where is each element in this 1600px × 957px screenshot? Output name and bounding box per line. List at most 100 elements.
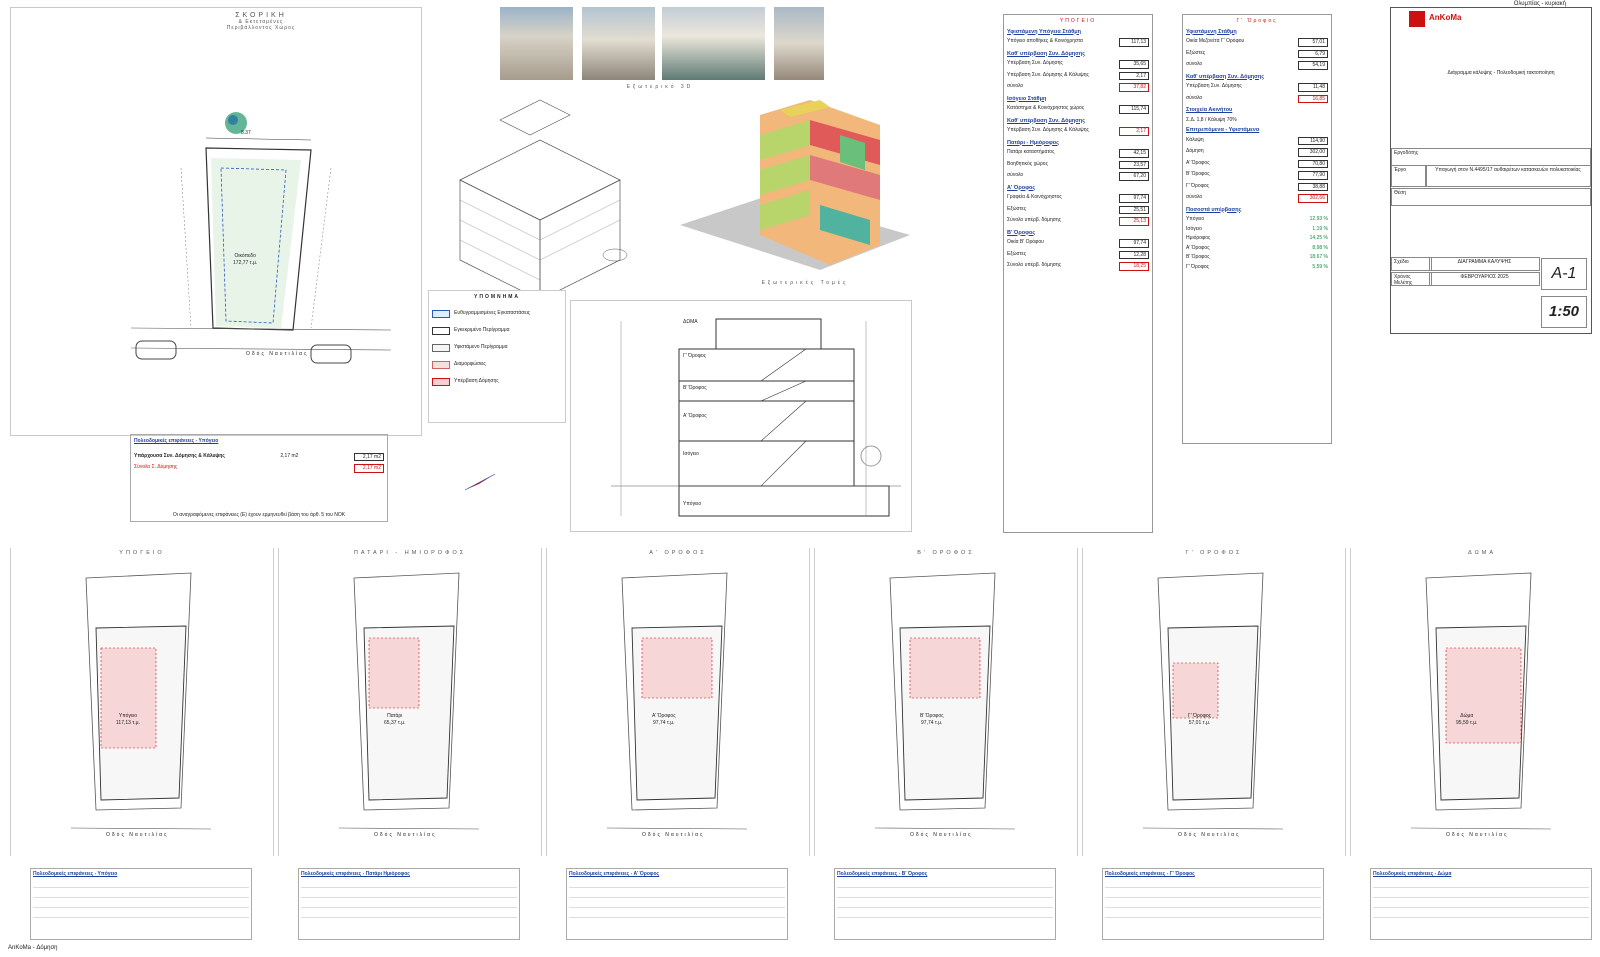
table-row-value: 12,28 (1119, 250, 1149, 259)
calc-line (1373, 886, 1589, 888)
floor-plan-drawing (338, 572, 480, 830)
floor-room-label: Γ' Όροφος (1188, 713, 1212, 719)
legend-swatch (432, 326, 450, 335)
table-row-label: Κατάστημα & Κοινόχρηστος χώρος (1007, 105, 1085, 111)
table-row: σύνολο 16,85 (1186, 94, 1328, 103)
photo-4 (774, 7, 824, 80)
floor-plan-drawing (1410, 572, 1552, 830)
calc-box2: 2,17 m2 (354, 464, 384, 473)
section-panel: ΔΩΜΑ Γ' Όροφος Β' Όροφος Α' Όροφος Ισόγε… (570, 300, 912, 532)
table-row-label: σύνολο (1007, 172, 1024, 178)
table-row-label: Α' Όροφος (1186, 244, 1210, 251)
table-row: Πατάρι καταστήματος 42,15 (1007, 149, 1149, 158)
tb-drawing-name: ΔΙΑΓΡΑΜΜΑ ΚΑΛΥΨΗΣ (1429, 257, 1540, 271)
table-row-value: 77,90 (1298, 171, 1328, 180)
section-label-1: Γ' Όροφος (683, 353, 707, 359)
table-row: σύνολο 37,82 (1007, 83, 1149, 92)
table-row-value: 114,90 (1298, 136, 1328, 145)
table-row: σύνολο 302,66 (1186, 194, 1328, 203)
table-row-value: 42,15 (1119, 149, 1149, 158)
table-row: Α' Όροφος 8,98 % (1186, 245, 1328, 252)
table-row: Σύνολο υπέρβ. δόμησης 25,13 (1007, 217, 1149, 226)
calc-line (33, 886, 249, 888)
calc-line (33, 896, 249, 898)
tb-subtitle: Διάγραμμα κάλυψης - Πολεοδομική τακτοποί… (1447, 70, 1555, 76)
floor-plan-panel: Α' ΟΡΟΦΟΣ Α' Όροφος 97,74 τ.μ. Οδός Ναυτιλί… (546, 548, 810, 856)
table-row-value: 25,51 (1119, 205, 1149, 214)
table-row-value: 11,48 (1298, 83, 1328, 92)
plot-label: Οικόπεδο (234, 253, 256, 259)
table-row: Γ' Όροφος 5,59 % (1186, 264, 1328, 271)
legend-item-label: Υπέρβαση Δόμησης (454, 378, 499, 385)
floor-room-label: Β' Όροφος (920, 713, 944, 719)
floor-plan-panel: Β' ΟΡΟΦΟΣ Β' Όροφος 97,74 τ.μ. Οδός Ναυτιλί… (814, 548, 1078, 856)
floor-room-label: Α' Όροφος (652, 713, 676, 719)
table-row-value: 18,67 % (1309, 254, 1328, 260)
tb-code: Α-1 (1541, 258, 1587, 290)
tb-date-label: Χρόνος Μελέτης (1391, 272, 1432, 286)
section-drawing (611, 318, 901, 517)
floor-room-area: 97,74 τ.μ. (921, 719, 943, 726)
calc-line (569, 896, 785, 898)
table-mid-title: ΥΠΟΓΕΙΟ (1059, 18, 1097, 24)
table-row-value: 12,93 % (1309, 216, 1328, 222)
logo-icon (1409, 11, 1425, 27)
table-row: Γραφεία & Κοινόχρηστος 97,74 (1007, 194, 1149, 203)
calc-line1-value: 2,17 m2 (280, 452, 299, 459)
section-label-2: Β' Όροφος (683, 385, 707, 391)
dim-top: 8.37 (241, 130, 251, 136)
table-row: Υπέρβαση Συν. Δόμησης 11,48 (1186, 83, 1328, 92)
area-table-mid: ΥΠΟΓΕΙΟ Υφιστάμενη Υπόγεια Στάθμη Υπόγειο… (1003, 14, 1153, 533)
floor-street-label: Οδός Ναυτιλίας (374, 832, 437, 838)
table-row-value: 57,01 (1298, 38, 1328, 47)
table-row-value: 37,82 (1119, 83, 1149, 92)
calc-line (1105, 886, 1321, 888)
table-section-heading: Ποσοστά υπέρβασης (1186, 206, 1242, 213)
calc-line (301, 916, 517, 918)
table-row-label: Βοηθητικός χώρος (1007, 160, 1048, 167)
area-table-right: Γ' Όροφος Υφιστάμενη Στάθμη Οικία Μεζονέτ… (1182, 14, 1332, 444)
table-row-value: 302,66 (1298, 194, 1328, 203)
isometric-wireframe (459, 99, 628, 290)
tb-project-desc: Υπαγωγή στον Ν.4495/17 αυθαιρέτων κατασκ… (1425, 165, 1591, 187)
table-row-label: Υπόγειο αποθήκες & Κοινόχρηστα (1007, 38, 1083, 44)
floor-street-label: Οδός Ναυτιλίας (1178, 832, 1241, 838)
calc-sum-label: Σύνολο Σ. Δόμησης (134, 464, 178, 470)
table-row: Β' Όροφος 77,90 (1186, 171, 1328, 180)
table-row-label: σύνολο (1186, 94, 1203, 101)
floor-plan-panel: Γ' ΟΡΟΦΟΣ Γ' Όροφος 57,01 τ.μ. Οδός Ναυτιλί… (1082, 548, 1346, 856)
table-row-label: Σύνολο υπέρβ. δόμησης (1007, 217, 1062, 223)
table-row-label: Α' Όροφος (1186, 159, 1210, 166)
table-row: σύνολο 54,19 (1186, 61, 1328, 70)
legend-item-label: Εγκεκριμένο Περίγραμμα (454, 327, 510, 334)
table-row: Σ.Δ. 1,8 / Κάλυψη 70% (1186, 117, 1328, 124)
table-row-value: 16,85 (1298, 94, 1328, 103)
site-plan-drawing (130, 112, 392, 364)
table-row-label: Γ' Όροφος (1186, 182, 1210, 189)
table-section-heading: Πατάρι - Ημιόροφος (1007, 139, 1059, 146)
legend-title: ΥΠΟΜΝΗΜΑ (474, 294, 520, 300)
calc-line (1105, 906, 1321, 908)
table-section-heading: Ισόγειο Στάθμη (1007, 95, 1047, 102)
tb-date: ΦΕΒΡΟΥΑΡΙΟΣ 2025 (1429, 272, 1540, 286)
section-label-0: ΔΩΜΑ (683, 319, 698, 325)
calc-note: Οι αναγραφόμενες επιφάνειες (Ε) έχουν ερ… (172, 511, 346, 518)
calc-line (569, 916, 785, 918)
table-row: Γ' Όροφος 38,88 (1186, 182, 1328, 191)
table-row-value: 117,13 (1119, 38, 1149, 47)
table-row-label: Β' Όροφος (1186, 254, 1210, 260)
table-row: Α' Όροφος 70,80 (1186, 159, 1328, 168)
table-row: Ημιόροφος 14,25 % (1186, 235, 1328, 242)
tb-drawing-label: Σχέδιο (1391, 257, 1432, 271)
table-row-value: 18,25 (1119, 262, 1149, 271)
table-row-label: σύνολο (1186, 194, 1203, 200)
legend: ΥΠΟΜΝΗΜΑ Ευθυγραμμισμένες Εγκαταστάσεις Ε… (428, 290, 566, 423)
isometric-colored-section (680, 100, 910, 270)
table-row-value: 6,79 (1298, 49, 1328, 58)
plot-area: 172,77 τ.μ. (233, 259, 258, 266)
table-row-value: 8,98 % (1312, 244, 1328, 251)
table-row-value: 97,74 (1119, 194, 1149, 203)
table-section-heading: Καθ' υπέρβαση Συν. Δόμησης (1007, 117, 1086, 124)
photo-2 (582, 7, 655, 80)
floor-plan-drawing (874, 572, 1016, 830)
